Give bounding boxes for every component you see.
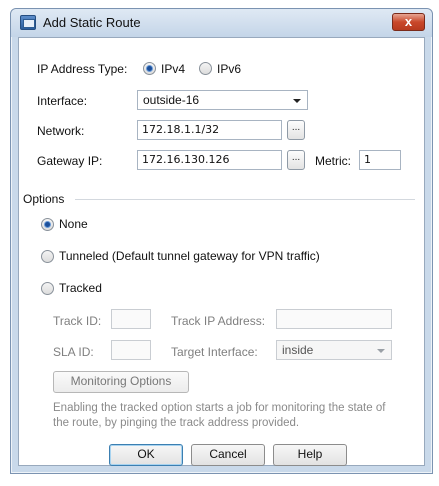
tracked-label[interactable]: Tracked xyxy=(59,281,102,295)
dialog-body: IP Address Type: IPv4 IPv6 Interface: ou… xyxy=(18,37,425,466)
title-bar: Add Static Route x xyxy=(11,9,432,37)
interface-label: Interface: xyxy=(37,94,88,108)
none-label[interactable]: None xyxy=(59,217,88,231)
chevron-down-icon xyxy=(377,349,385,353)
track-id-input[interactable] xyxy=(111,309,151,329)
network-input[interactable]: 172.18.1.1/32 xyxy=(137,120,282,140)
ok-button[interactable]: OK xyxy=(109,444,183,466)
options-divider xyxy=(75,199,415,200)
monitoring-options-button[interactable]: Monitoring Options xyxy=(53,371,189,393)
close-button[interactable]: x xyxy=(392,13,425,31)
help-button[interactable]: Help xyxy=(273,444,347,466)
sla-id-label: SLA ID: xyxy=(53,345,94,359)
tracked-radio[interactable] xyxy=(41,282,54,295)
tunneled-radio[interactable] xyxy=(41,250,54,263)
network-browse-button[interactable]: ... xyxy=(287,120,305,140)
ipv6-radio[interactable] xyxy=(199,62,212,75)
metric-label: Metric: xyxy=(315,154,351,168)
ipv4-label[interactable]: IPv4 xyxy=(161,62,185,76)
add-static-route-dialog: Add Static Route x IP Address Type: IPv4… xyxy=(10,8,433,474)
gateway-browse-button[interactable]: ... xyxy=(287,150,305,170)
none-radio[interactable] xyxy=(41,218,54,231)
close-icon: x xyxy=(404,14,413,29)
interface-value: outside-16 xyxy=(143,93,200,107)
cancel-button[interactable]: Cancel xyxy=(191,444,265,466)
options-group-label: Options xyxy=(23,192,65,206)
tunneled-label[interactable]: Tunneled (Default tunnel gateway for VPN… xyxy=(59,249,320,263)
track-ip-address-label: Track IP Address: xyxy=(171,314,266,328)
tracked-option-note: Enabling the tracked option starts a job… xyxy=(53,402,386,429)
gateway-ip-label: Gateway IP: xyxy=(37,154,103,168)
dialog-title: Add Static Route xyxy=(43,15,141,30)
gateway-ip-input[interactable]: 172.16.130.126 xyxy=(137,150,282,170)
target-interface-label: Target Interface: xyxy=(171,345,258,359)
network-route-icon xyxy=(20,15,36,30)
sla-id-input[interactable] xyxy=(111,340,151,360)
target-interface-select[interactable]: inside xyxy=(276,340,392,360)
ipv6-label[interactable]: IPv6 xyxy=(217,62,241,76)
ip-address-type-label: IP Address Type: xyxy=(37,62,128,76)
target-interface-value: inside xyxy=(282,343,314,357)
chevron-down-icon xyxy=(293,99,301,103)
track-id-label: Track ID: xyxy=(53,314,102,328)
metric-input[interactable]: 1 xyxy=(359,150,401,170)
network-label: Network: xyxy=(37,124,85,138)
ipv4-radio[interactable] xyxy=(143,62,156,75)
track-ip-address-input[interactable] xyxy=(276,309,392,329)
interface-select[interactable]: outside-16 xyxy=(137,90,308,110)
